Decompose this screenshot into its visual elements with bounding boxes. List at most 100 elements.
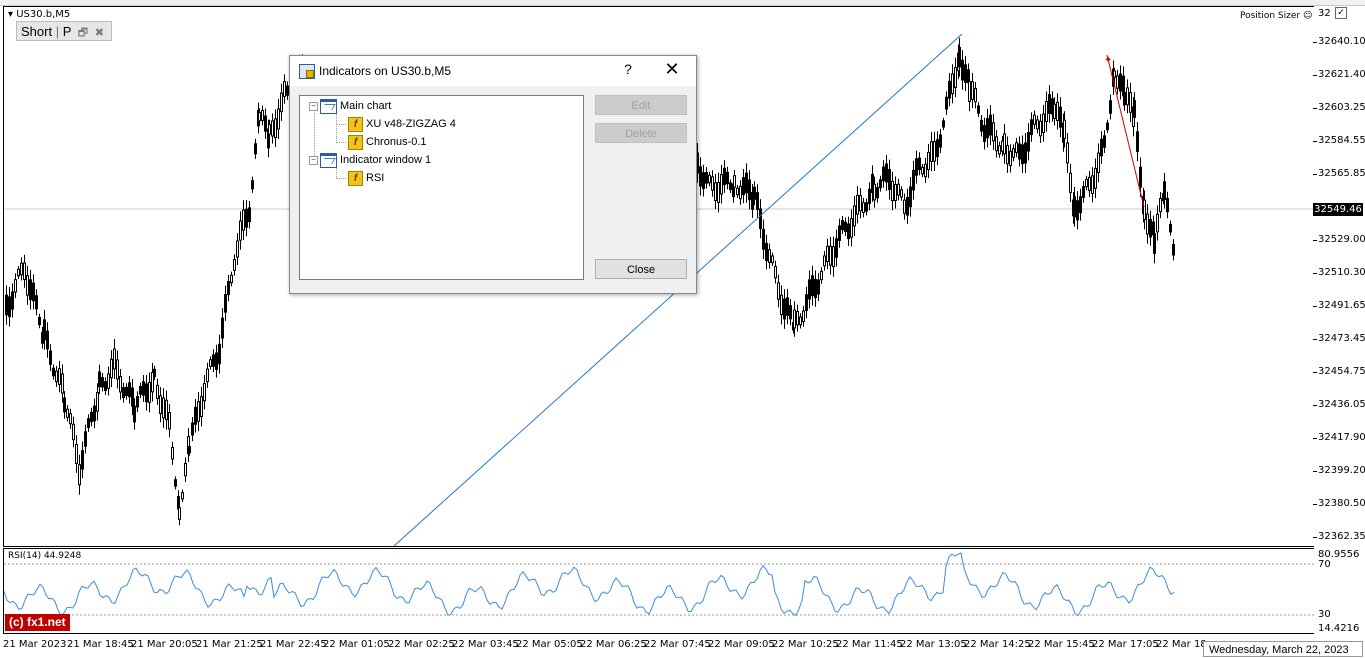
indicator-tree[interactable]: − Main chart f XU v48-ZIGZAG 4 f Chronus-0.…: [299, 95, 584, 280]
help-button[interactable]: ?: [620, 61, 636, 77]
time-axis[interactable]: 21 Mar 2023 21 Mar 18:45 21 Mar 20:05 21 Ma…: [3, 633, 1313, 657]
candle-body: [894, 184, 897, 201]
price-tick: [1313, 537, 1317, 538]
close-button[interactable]: Close: [595, 259, 687, 279]
time-label: 22 Mar 14:25: [964, 639, 1031, 650]
candle-body: [1169, 223, 1172, 233]
candle-body: [998, 145, 1001, 155]
collapse-icon[interactable]: −: [309, 101, 318, 111]
time-label: 21 Mar 22:45: [260, 639, 327, 650]
candle-body: [23, 262, 26, 280]
tree-item-rsi[interactable]: f RSI: [348, 170, 384, 186]
candle-body: [1149, 218, 1152, 238]
candle-body: [762, 228, 765, 250]
candle-body: [1027, 132, 1030, 152]
candle-body: [254, 143, 257, 155]
time-label: 22 Mar 06:25: [580, 639, 647, 650]
checkbox-icon[interactable]: ✓: [1335, 7, 1347, 19]
candle-body: [81, 450, 84, 470]
candle-body: [248, 207, 251, 223]
candle-body: [936, 139, 939, 158]
price-label: 32417.90: [1318, 432, 1365, 443]
candle-body: [900, 189, 903, 198]
price-label: 32640.10: [1318, 36, 1365, 47]
candle-body: [159, 395, 162, 415]
candle-body: [221, 317, 224, 339]
candle-body: [93, 405, 96, 422]
candle-body: [1056, 101, 1059, 122]
candle-body: [200, 396, 203, 417]
dialog-close-button[interactable]: ✕: [662, 59, 682, 80]
indicators-dialog[interactable]: Indicators on US30.b,M5 ? ✕ − Main chart …: [289, 55, 697, 294]
candle-body: [69, 413, 72, 425]
candle-body: [181, 492, 184, 500]
price-label: 32436.05: [1318, 399, 1365, 410]
position-sizer-label[interactable]: Position Sizer ☺: [1240, 11, 1312, 21]
candle-body: [1116, 75, 1119, 89]
dialog-titlebar[interactable]: Indicators on US30.b,M5 ? ✕: [290, 56, 696, 86]
tree-item-main-chart[interactable]: − Main chart: [309, 98, 391, 114]
candle-body: [63, 397, 66, 413]
candle-body: [1012, 148, 1015, 158]
price-label: 32473.45: [1318, 333, 1365, 344]
candle-body: [1166, 197, 1169, 213]
candle-body: [14, 279, 17, 293]
close-icon[interactable]: ✖: [95, 27, 104, 39]
candle-body: [194, 406, 197, 425]
candle-body: [1039, 120, 1042, 137]
candle-body: [101, 377, 104, 388]
candle-body: [1042, 113, 1045, 134]
restore-icon[interactable]: 🗗: [78, 27, 88, 39]
candle-body: [215, 352, 218, 370]
candle-body: [174, 479, 177, 487]
candle-body: [793, 309, 796, 329]
tree-item-zigzag[interactable]: f XU v48-ZIGZAG 4: [348, 116, 456, 132]
candle-body: [142, 381, 145, 396]
candle-body: [236, 240, 239, 258]
candle-body: [104, 381, 107, 392]
candle-body: [1079, 196, 1082, 214]
candle-body: [1156, 213, 1159, 233]
time-label: 22 Mar 01:05: [323, 639, 390, 650]
delete-button[interactable]: Delete: [595, 123, 687, 143]
candle-body: [1048, 94, 1051, 114]
indicator-icon: f: [348, 134, 363, 150]
current-price-label: 32549.46: [1313, 203, 1363, 216]
trade-panel[interactable]: Short | P 🗗 ✖: [16, 21, 112, 41]
price-scale[interactable]: 32 ✓ 32640.10 32621.40 32603.25 32584.55 325…: [1313, 6, 1365, 634]
candle-body: [8, 296, 11, 318]
rsi-label: RSI(14) 44.9248: [8, 551, 82, 561]
collapse-icon[interactable]: −: [309, 155, 318, 165]
time-label: 22 Mar 03:45: [452, 639, 519, 650]
candle-body: [203, 383, 206, 402]
price-tick: [1313, 75, 1317, 76]
price-tick: [1313, 405, 1317, 406]
candle-body: [720, 174, 723, 195]
candle-body: [78, 464, 81, 486]
candle-body: [774, 265, 777, 279]
rsi-window[interactable]: [3, 548, 1314, 634]
candle-body: [38, 316, 41, 326]
arrow-marker: ✦: [1104, 55, 1112, 66]
edit-button[interactable]: Edit: [595, 95, 687, 115]
candle-body: [43, 319, 46, 341]
tree-item-indicator-window[interactable]: − Indicator window 1: [309, 152, 431, 168]
candle-body: [46, 330, 49, 350]
candle-body: [1153, 232, 1156, 254]
candle-body: [96, 392, 99, 412]
p-label[interactable]: P: [63, 24, 71, 39]
candle-body: [954, 67, 957, 88]
candle-body: [885, 163, 888, 183]
candle-body: [1172, 243, 1175, 256]
candle-body: [968, 81, 971, 102]
candle-body: [765, 242, 768, 262]
candle-body: [184, 462, 187, 477]
candle-body: [921, 166, 924, 175]
candle-body: [736, 187, 739, 196]
tree-item-chronus[interactable]: f Chronus-0.1: [348, 134, 427, 150]
candle-body: [802, 310, 805, 322]
candle-body: [1163, 181, 1166, 200]
short-label[interactable]: Short: [21, 24, 52, 39]
candle-body: [835, 238, 838, 258]
time-label: 22 Mar 02:25: [388, 639, 455, 650]
